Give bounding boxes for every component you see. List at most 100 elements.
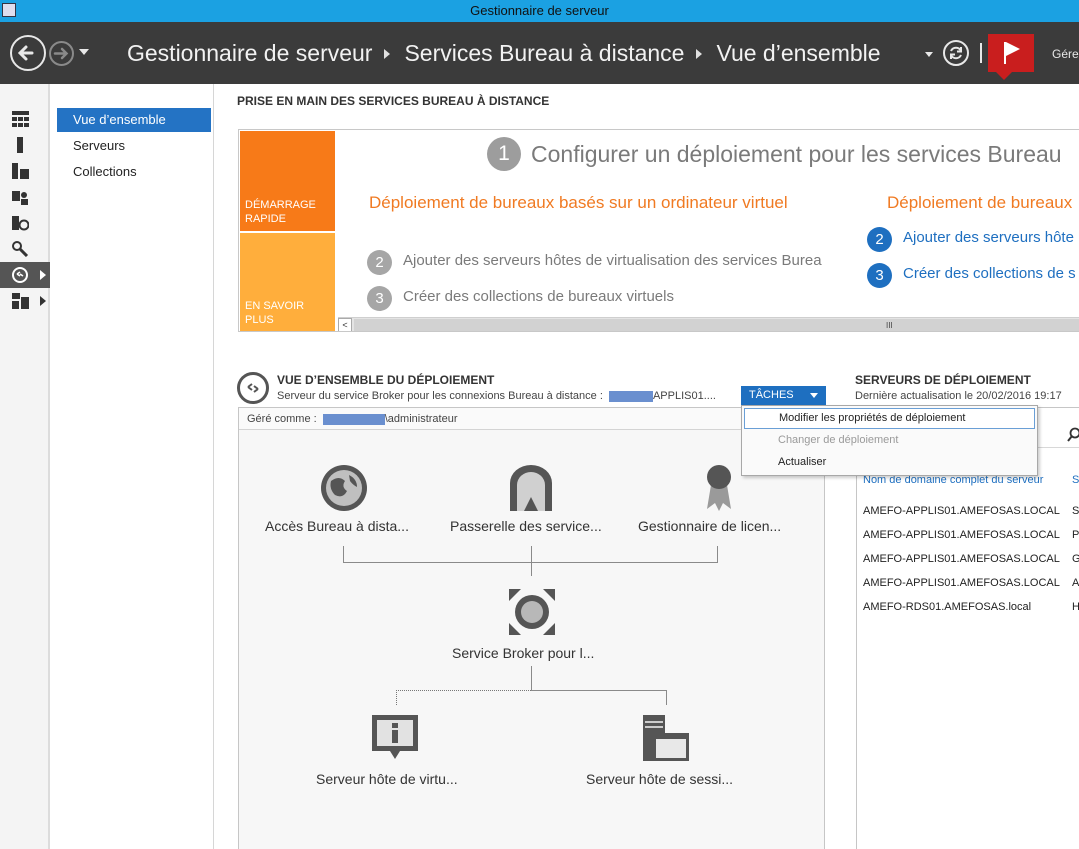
server-row-col2: P xyxy=(1072,529,1079,541)
breadcrumb-separator-icon xyxy=(696,48,703,59)
gateway-node-label[interactable]: Passerelle des service... xyxy=(450,518,602,534)
nav-item-collections[interactable]: Collections xyxy=(57,160,211,184)
expand-arrow-icon[interactable] xyxy=(40,296,46,306)
refresh-icon xyxy=(950,46,962,60)
server-row-fqdn[interactable]: AMEFO-RDS01.AMEFOSAS.local xyxy=(863,601,1031,613)
flag-notch xyxy=(996,72,1012,80)
rail-local-server[interactable] xyxy=(0,132,50,158)
column-header-2[interactable]: S xyxy=(1072,474,1079,486)
refresh-button[interactable] xyxy=(943,40,969,66)
broker-server-name: APPLIS01.... xyxy=(652,390,716,402)
breadcrumb-item[interactable]: Services Bureau à distance xyxy=(404,40,684,67)
connector-line xyxy=(666,690,667,705)
window-titlebar: Gestionnaire de serveur xyxy=(0,0,1079,22)
deployment-overview-subtitle: Serveur du service Broker pour les conne… xyxy=(277,390,716,402)
rail-ad-ds[interactable] xyxy=(0,184,50,210)
managed-as-user: \administrateur xyxy=(384,413,458,425)
globe-icon[interactable] xyxy=(319,463,369,513)
license-icon[interactable] xyxy=(703,463,735,513)
chevron-down-icon xyxy=(810,393,818,398)
manage-menu[interactable]: Gére xyxy=(1052,47,1079,61)
breadcrumb-item-current: Vue d’ensemble xyxy=(716,40,881,66)
step-1-badge: 1 xyxy=(487,137,521,171)
server-manager-app-icon xyxy=(2,3,16,17)
rail-file-services[interactable] xyxy=(0,210,50,236)
step-create-session-collections-link[interactable]: Créer des collections de s xyxy=(903,265,1076,282)
rail-tools[interactable] xyxy=(0,236,50,262)
step-add-session-hosts-link[interactable]: Ajouter des serveurs hôte xyxy=(903,229,1074,246)
back-button[interactable] xyxy=(10,35,46,71)
connector-dotted-line xyxy=(396,690,397,705)
horizontal-scrollbar[interactable]: < III xyxy=(338,317,1079,331)
tools-icon xyxy=(12,241,29,257)
session-deployment-heading: Déploiement de bureaux xyxy=(887,193,1073,212)
breadcrumb-separator-icon xyxy=(384,48,391,59)
step-badge: 3 xyxy=(867,263,892,288)
broker-node-label[interactable]: Service Broker pour l... xyxy=(452,645,594,661)
quick-start-tile-label: DÉMARRAGE RAPIDE xyxy=(245,198,316,226)
rail-file-storage[interactable] xyxy=(0,288,50,314)
session-host-node-label[interactable]: Serveur hôte de sessi... xyxy=(586,771,733,787)
server-row-fqdn[interactable]: AMEFO-APPLIS01.AMEFOSAS.LOCAL xyxy=(863,529,1060,541)
connector-line xyxy=(343,546,344,562)
deployment-servers-title: SERVEURS DE DÉPLOIEMENT xyxy=(855,373,1031,387)
file-storage-icon xyxy=(12,293,29,309)
step-add-virtualization-hosts[interactable]: Ajouter des serveurs hôtes de virtualisa… xyxy=(403,252,838,269)
nav-item-overview[interactable]: Vue d’ensemble xyxy=(57,108,211,132)
tile-line: RAPIDE xyxy=(245,213,286,225)
rail-remote-desktop-services[interactable] xyxy=(0,262,50,288)
rail-dashboard[interactable] xyxy=(0,106,50,132)
step-create-vdi-collections[interactable]: Créer des collections de bureaux virtuel… xyxy=(403,288,674,305)
nav-item-servers[interactable]: Serveurs xyxy=(57,134,211,158)
licensing-node-label[interactable]: Gestionnaire de licen... xyxy=(638,518,781,534)
managed-as-bar: Géré comme : \administrateur xyxy=(239,408,824,430)
menu-item-refresh[interactable]: Actualiser xyxy=(744,452,1035,473)
left-rail xyxy=(0,84,50,849)
connector-line xyxy=(531,666,532,690)
history-dropdown-icon[interactable] xyxy=(79,49,89,55)
virtualization-host-icon[interactable] xyxy=(370,713,420,763)
breadcrumb-item[interactable]: Gestionnaire de serveur xyxy=(127,40,372,67)
remote-desktop-icon xyxy=(12,267,28,283)
rail-all-servers[interactable] xyxy=(0,158,50,184)
menu-item-edit-deployment-properties[interactable]: Modifier les propriétés de déploiement xyxy=(744,408,1035,429)
forward-button[interactable] xyxy=(49,41,74,66)
learn-more-tile[interactable]: EN SAVOIR PLUS xyxy=(240,233,335,331)
header-divider xyxy=(980,43,982,63)
gateway-icon[interactable] xyxy=(508,463,554,513)
directory-services-icon xyxy=(12,191,28,205)
flag-cloth-icon xyxy=(1006,42,1020,56)
header-bar: Gestionnaire de serveur Services Bureau … xyxy=(0,22,1079,84)
redacted-block xyxy=(322,413,385,425)
learn-more-tile-label: EN SAVOIR PLUS xyxy=(245,299,304,327)
vdi-deployment-heading: Déploiement de bureaux basés sur un ordi… xyxy=(369,193,788,212)
tasks-dropdown-button[interactable]: TÂCHES xyxy=(741,386,826,405)
menu-item-change-deployment: Changer de déploiement xyxy=(778,434,899,446)
step-badge: 2 xyxy=(367,250,392,275)
window-title: Gestionnaire de serveur xyxy=(470,3,609,18)
web-access-node-label[interactable]: Accès Bureau à dista... xyxy=(265,518,409,534)
tasks-label: TÂCHES xyxy=(749,389,794,401)
tile-line: DÉMARRAGE xyxy=(245,199,316,211)
breadcrumb-dropdown-icon[interactable] xyxy=(925,52,933,57)
expand-arrow-icon[interactable] xyxy=(40,270,46,280)
forward-arrow-icon xyxy=(53,47,69,60)
scroll-left-button[interactable]: < xyxy=(338,318,352,331)
server-row-fqdn[interactable]: AMEFO-APPLIS01.AMEFOSAS.LOCAL xyxy=(863,553,1060,565)
scrollbar-thumb[interactable]: III xyxy=(354,319,1079,331)
session-host-icon[interactable] xyxy=(641,713,691,763)
broker-server-label: Serveur du service Broker pour les conne… xyxy=(277,390,603,402)
deployment-overview-title: VUE D’ENSEMBLE DU DÉPLOIEMENT xyxy=(277,373,495,387)
connection-broker-icon[interactable] xyxy=(507,587,557,637)
server-row-fqdn[interactable]: AMEFO-APPLIS01.AMEFOSAS.LOCAL xyxy=(863,505,1060,517)
last-refresh-label: Dernière actualisation le 20/02/2016 19:… xyxy=(855,390,1062,402)
tasks-menu: Modifier les propriétés de déploiement C… xyxy=(741,405,1038,476)
quick-start-tile[interactable]: DÉMARRAGE RAPIDE xyxy=(240,131,335,231)
search-icon[interactable] xyxy=(1067,427,1079,443)
main-content: PRISE EN MAIN DES SERVICES BUREAU À DIST… xyxy=(215,84,1079,849)
server-row-fqdn[interactable]: AMEFO-APPLIS01.AMEFOSAS.LOCAL xyxy=(863,577,1060,589)
tile-line: EN SAVOIR xyxy=(245,300,305,312)
connector-line xyxy=(531,562,532,576)
server-row-col2: G xyxy=(1072,553,1079,565)
virtualization-host-node-label[interactable]: Serveur hôte de virtu... xyxy=(316,771,458,787)
